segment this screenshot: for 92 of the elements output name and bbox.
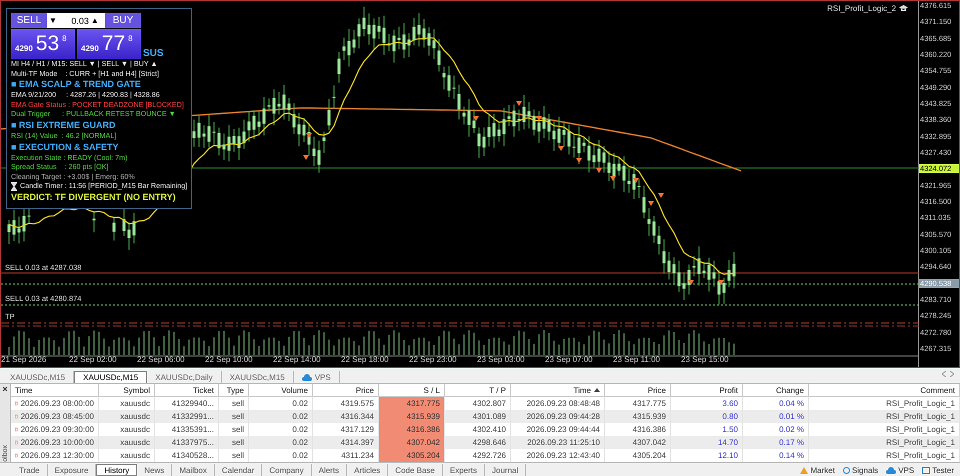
table-cell: 2026.09.23 10:00:00 [20,438,94,447]
panel-tab[interactable]: Company [262,464,312,476]
table-cell: 4315.939 [379,410,445,423]
table-cell: RSI_Profit_Logic_1 [809,410,960,423]
column-header[interactable]: Ticket [155,384,219,397]
column-header[interactable]: Profit [671,384,743,397]
column-header[interactable]: Comment [809,384,960,397]
price-pips: 53 [36,32,60,56]
lot-size-field[interactable]: ▼ 0.03 ▲ [47,13,105,28]
close-button[interactable]: × [2,384,8,394]
status-button[interactable]: VPS [886,466,914,474]
panel-tab[interactable]: News [137,464,172,476]
price-fraction: 8 [128,34,133,43]
section-heading: ■ EXECUTION & SAFETY [11,140,118,153]
table-cell: xauusdc [99,410,155,423]
price-pips: 77 [102,32,126,56]
column-header[interactable]: Volume [249,384,313,397]
time-axis-label: 22 Sep 18:00 [341,355,390,366]
table-cell: 2026.09.23 11:25:10 [511,436,605,449]
table-cell: 4317.775 [379,397,445,410]
price-fraction: 8 [62,34,67,43]
section-heading: ■ RSI EXTREME GUARD [11,118,116,131]
panel-tab[interactable]: Journal [485,464,526,476]
time-axis-label: 22 Sep 02:00 [69,355,118,366]
status-button[interactable]: Signals [842,466,878,474]
time-axis-label: 23 Sep 07:00 [545,355,594,366]
table-cell: 2026.09.23 09:44:28 [511,410,605,423]
time-axis-label: 22 Sep 06:00 [137,355,186,366]
panel-tab[interactable]: Experts [442,464,486,476]
time-axis-label: 22 Sep 23:00 [409,355,458,366]
table-cell: 4316.344 [313,410,379,423]
panel-tab[interactable]: Calendar [214,464,262,476]
section-heading: ■ EMA SCALP & TREND GATE [11,78,141,90]
column-header[interactable]: Time [511,384,605,397]
chart-tab[interactable]: XAUUSDc,Daily [147,371,222,383]
table-cell: 4316.386 [379,423,445,436]
table-cell: xauusdc [99,436,155,449]
table-cell: 0.80 [671,410,743,423]
table-cell: sell [219,410,249,423]
time-axis-label: 22 Sep 14:00 [273,355,322,366]
table-cell: 4315.939 [605,410,671,423]
column-header[interactable]: Change [743,384,809,397]
price-prefix: 4290 [15,44,33,52]
chart-tab[interactable]: VPS [294,371,340,383]
column-header[interactable]: Price [313,384,379,397]
table-cell: 4307.042 [605,436,671,449]
indicator-label: RSI_Profit_Logic_2 [827,4,896,13]
table-cell: 4301.089 [445,410,511,423]
table-cell: 4307.042 [379,436,445,449]
time-axis-label: 23 Sep 03:00 [477,355,526,366]
chart-tab[interactable]: XAUUSDc,M15 [222,371,294,383]
column-header[interactable]: Price [605,384,671,397]
status-button[interactable]: Market [800,466,835,474]
verdict-text: VERDICT: TF DIVERGENT (NO ENTRY) [11,190,176,204]
status-button[interactable]: Tester [922,466,954,474]
table-cell: 2026.09.23 08:00:00 [20,399,94,408]
table-cell: 2026.09.23 09:30:00 [20,425,94,434]
table-cell: sell [219,436,249,449]
table-cell: 0.17 % [743,436,809,449]
table-cell: 41332991... [155,410,219,423]
table-cell: RSI_Profit_Logic_1 [809,436,960,449]
table-cell: 2026.09.23 08:45:00 [20,412,94,421]
table-cell: 14.70 [671,436,743,449]
panel-tab[interactable]: History [96,464,138,476]
table-cell: 0.01 % [743,410,809,423]
section-heading: SUS [143,48,164,59]
panel-tab[interactable]: Trade [12,464,48,476]
panel-tab[interactable]: Code Base [388,464,443,476]
table-cell: 4298.646 [445,436,511,449]
decrease-icon[interactable]: ▼ [49,16,57,25]
panel-tab[interactable]: Articles [347,464,388,476]
column-header[interactable]: Time [11,384,99,397]
time-axis-label: 23 Sep 15:00 [681,355,730,366]
increase-icon[interactable]: ▲ [90,16,99,25]
column-header[interactable]: Type [219,384,249,397]
table-cell: 0.02 [249,410,313,423]
table-cell: 0.02 [249,436,313,449]
buy-button[interactable]: BUY [105,13,141,28]
panel-tab[interactable]: Mailbox [172,464,215,476]
column-header[interactable]: T / P [445,384,511,397]
table-cell: 4305.204 [379,449,445,462]
table-cell: 2026.09.23 12:30:00 [20,451,94,460]
chart-tab[interactable]: XAUUSDc,M15 [74,371,148,383]
time-axis-label: 21 Sep 2026 [1,355,48,366]
sell-button[interactable]: SELL [11,13,47,28]
table-cell: 4314.397 [313,436,379,449]
time-axis-label: 22 Sep 10:00 [205,355,254,366]
column-header[interactable]: Symbol [99,384,155,397]
price-prefix: 4290 [81,44,99,52]
table-cell: 41337975... [155,436,219,449]
time-axis-label: 23 Sep 11:00 [613,355,662,366]
panel-tab[interactable]: Alerts [312,464,348,476]
